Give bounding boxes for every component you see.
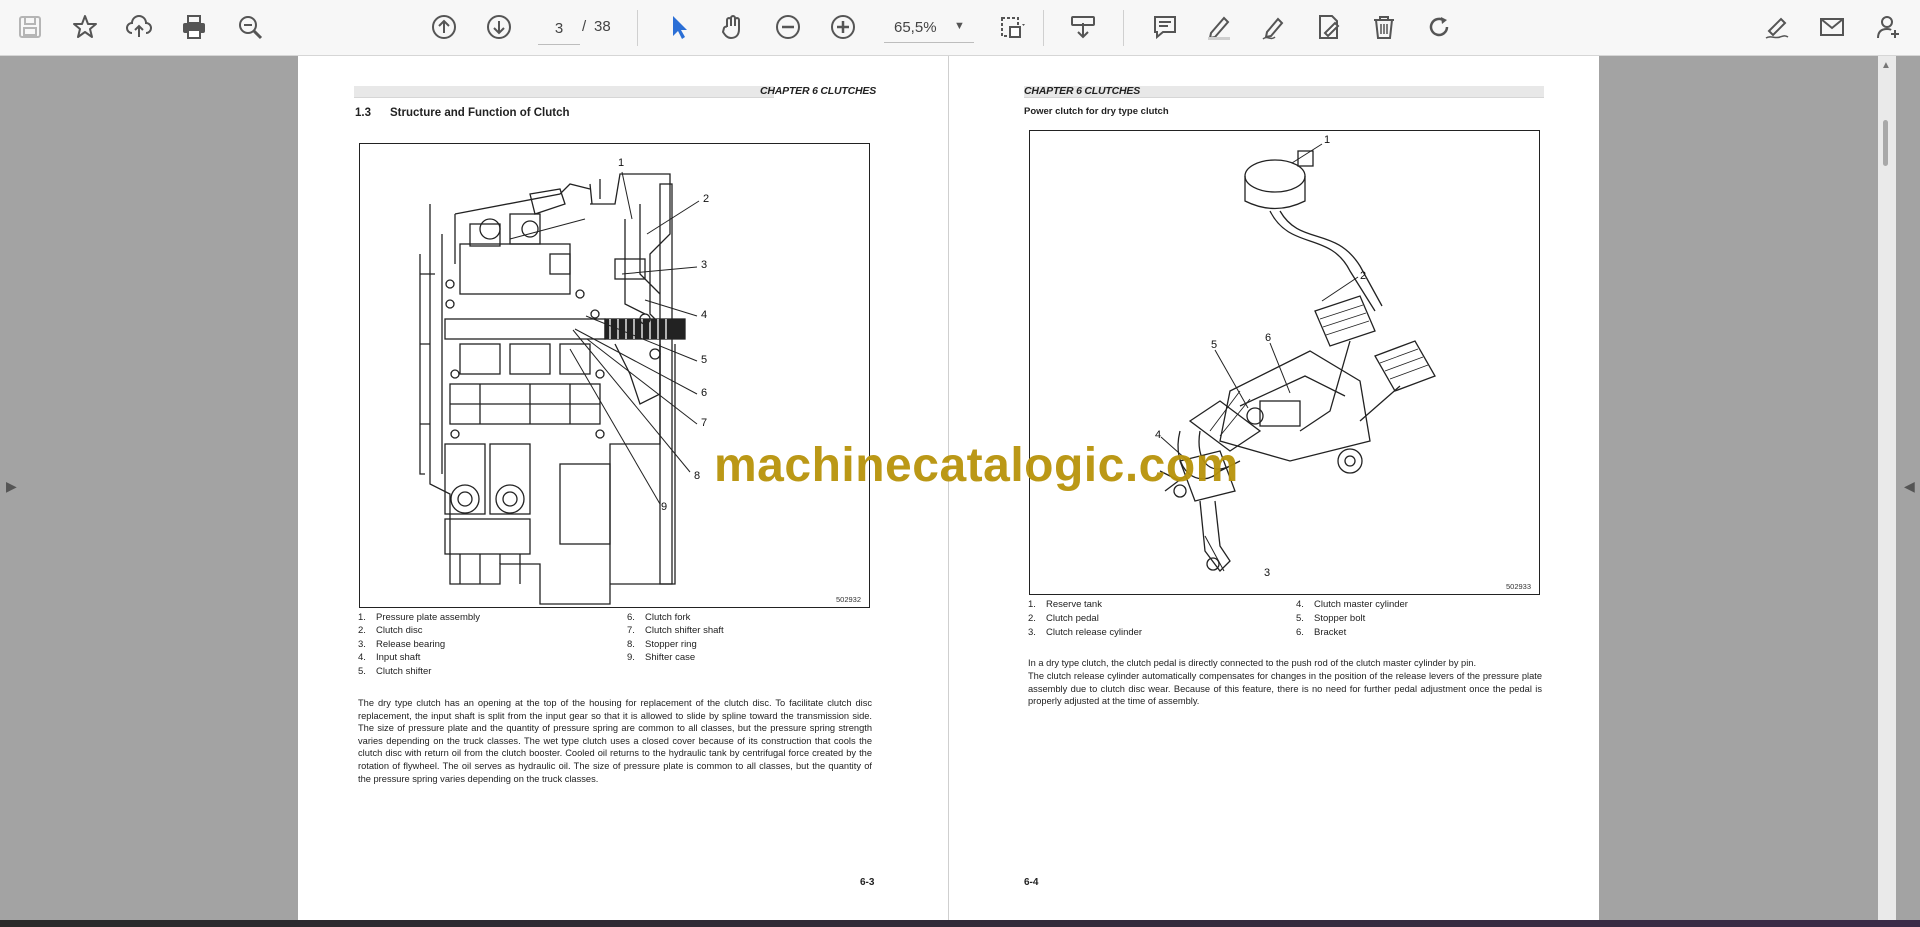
figure-callout: 5	[701, 354, 708, 366]
signature-icon[interactable]	[1760, 10, 1794, 44]
body-paragraph: In a dry type clutch, the clutch pedal i…	[1028, 658, 1477, 668]
figure-code: 502933	[1506, 582, 1532, 591]
zoom-in-icon[interactable]	[826, 10, 860, 44]
clutch-cross-section-drawing	[419, 171, 700, 605]
clutch-cross-section-figure: 1 2 3 4 5 6 7 8 9 502932	[359, 143, 870, 608]
legend-item: 3. Clutch release cylinder	[1028, 627, 1143, 638]
legend-item: 2. Clutch disc	[358, 625, 423, 636]
taskbar-strip	[0, 920, 1920, 927]
figure-callout: 4	[701, 309, 708, 321]
vertical-scrollbar[interactable]: ▲	[1878, 56, 1896, 920]
sidebar-expand-left-icon[interactable]: ▶	[6, 478, 17, 495]
legend-item: 6. Bracket	[1296, 627, 1347, 638]
toolbar: / 38 65,5% ▼	[0, 0, 1920, 56]
chevron-down-icon: ▼	[954, 20, 965, 32]
figure-callout: 2	[1360, 270, 1367, 282]
toolbar-divider	[1123, 10, 1124, 46]
body-paragraph: The clutch release cylinder automaticall…	[1028, 671, 1542, 707]
figure-callout: 9	[661, 501, 668, 513]
legend-item: 2. Clutch pedal	[1028, 613, 1099, 624]
highlight-pen-icon[interactable]	[1202, 10, 1236, 44]
watermark: machinecatalogic.com	[714, 439, 1239, 492]
figure-callout: 6	[1265, 332, 1272, 344]
page-separator: /	[582, 18, 587, 35]
save-icon[interactable]	[13, 10, 47, 44]
marquee-zoom-icon[interactable]	[995, 10, 1029, 44]
legend-item: 3. Release bearing	[358, 639, 446, 650]
figure-callout: 2	[703, 193, 710, 205]
legend-item: 5. Clutch shifter	[358, 666, 432, 677]
legend-item: 4. Clutch master cylinder	[1296, 599, 1408, 610]
zoom-value: 65,5%	[894, 19, 937, 36]
chapter-header: CHAPTER 6 CLUTCHES	[1024, 85, 1140, 97]
legend-item: 1. Pressure plate assembly	[358, 612, 481, 623]
section-title: Structure and Function of Clutch	[390, 107, 570, 119]
legend-item: 1. Reserve tank	[1028, 599, 1102, 610]
download-icon[interactable]	[1066, 10, 1100, 44]
draw-pen-icon[interactable]	[1257, 10, 1291, 44]
figure-callout: 7	[701, 417, 708, 429]
legend-item: 4. Input shaft	[358, 652, 421, 663]
sidebar-expand-right-icon[interactable]: ◀	[1904, 478, 1915, 495]
legend-item: 9. Shifter case	[627, 652, 696, 663]
page-number: 6-3	[860, 877, 875, 888]
chapter-header: CHAPTER 6 CLUTCHES	[760, 85, 876, 97]
toolbar-divider	[637, 10, 638, 46]
figure-callout: 1	[618, 157, 625, 169]
rotate-icon[interactable]	[1422, 10, 1456, 44]
page-total: 38	[594, 18, 611, 35]
upload-cloud-icon[interactable]	[122, 10, 156, 44]
body-paragraph: The dry type clutch has an opening at th…	[358, 698, 872, 784]
figure-callout: 3	[701, 259, 708, 271]
previous-page-icon[interactable]	[427, 10, 461, 44]
next-page-icon[interactable]	[482, 10, 516, 44]
email-icon[interactable]	[1815, 10, 1849, 44]
section-number: 1.3	[355, 107, 371, 119]
zoom-search-icon[interactable]	[233, 10, 267, 44]
figure-title: Power clutch for dry type clutch	[1024, 106, 1169, 117]
comment-icon[interactable]	[1148, 10, 1182, 44]
delete-icon[interactable]	[1367, 10, 1401, 44]
zoom-out-icon[interactable]	[771, 10, 805, 44]
figure-callout: 3	[1264, 567, 1271, 579]
figure-callout: 6	[701, 387, 708, 399]
legend-item: 6. Clutch fork	[627, 612, 691, 623]
fill-sign-icon[interactable]	[1312, 10, 1346, 44]
figure-callout: 1	[1324, 134, 1331, 146]
page-number-input[interactable]	[538, 12, 580, 45]
legend-item: 8. Stopper ring	[627, 639, 697, 650]
power-clutch-figure: 1 2 3 4 5 6 502933	[1029, 130, 1540, 595]
chapter-band	[354, 86, 774, 98]
add-user-icon[interactable]	[1872, 10, 1906, 44]
select-cursor-icon[interactable]	[662, 10, 696, 44]
legend-item: 7. Clutch shifter shaft	[627, 625, 724, 636]
zoom-select[interactable]: 65,5% ▼	[884, 12, 974, 43]
figure-callout: 5	[1211, 339, 1218, 351]
scroll-up-icon[interactable]: ▲	[1881, 60, 1891, 71]
legend-item: 5. Stopper bolt	[1296, 613, 1366, 624]
toolbar-divider	[1043, 10, 1044, 46]
print-icon[interactable]	[177, 10, 211, 44]
power-clutch-drawing	[1159, 143, 1436, 572]
page-number: 6-4	[1024, 877, 1039, 888]
figure-code: 502932	[836, 595, 862, 604]
figure-callout: 8	[694, 470, 701, 482]
scrollbar-thumb[interactable]	[1883, 120, 1888, 166]
bookmark-star-icon[interactable]	[68, 10, 102, 44]
hand-tool-icon[interactable]	[716, 10, 750, 44]
